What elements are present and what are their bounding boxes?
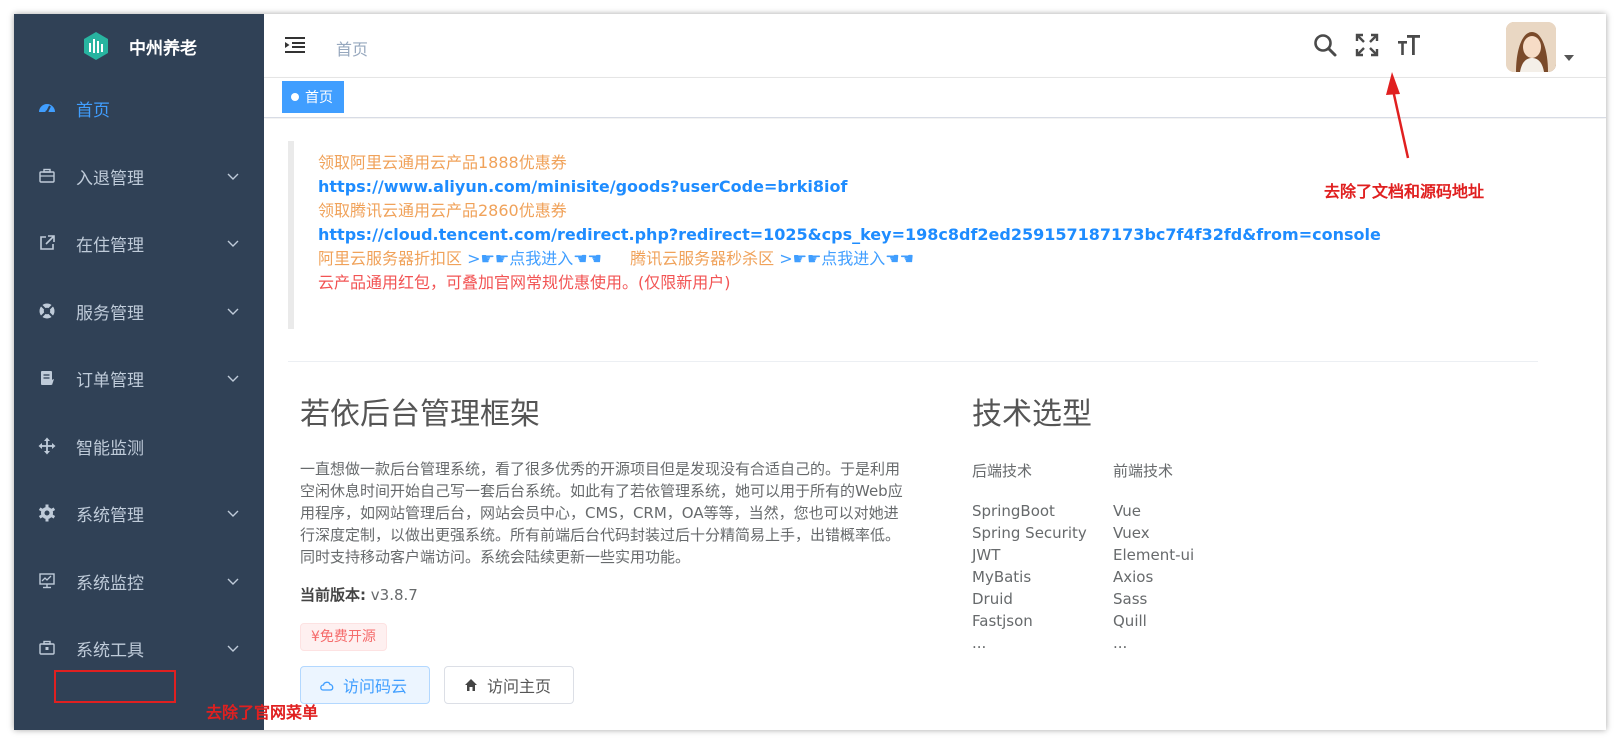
annotation-header-note: 去除了文档和源码地址 (1324, 182, 1485, 201)
annotation-box (54, 670, 176, 703)
annotation-menu-note: 去除了官网菜单 (206, 703, 319, 722)
annotation-arrow (1386, 72, 1410, 159)
